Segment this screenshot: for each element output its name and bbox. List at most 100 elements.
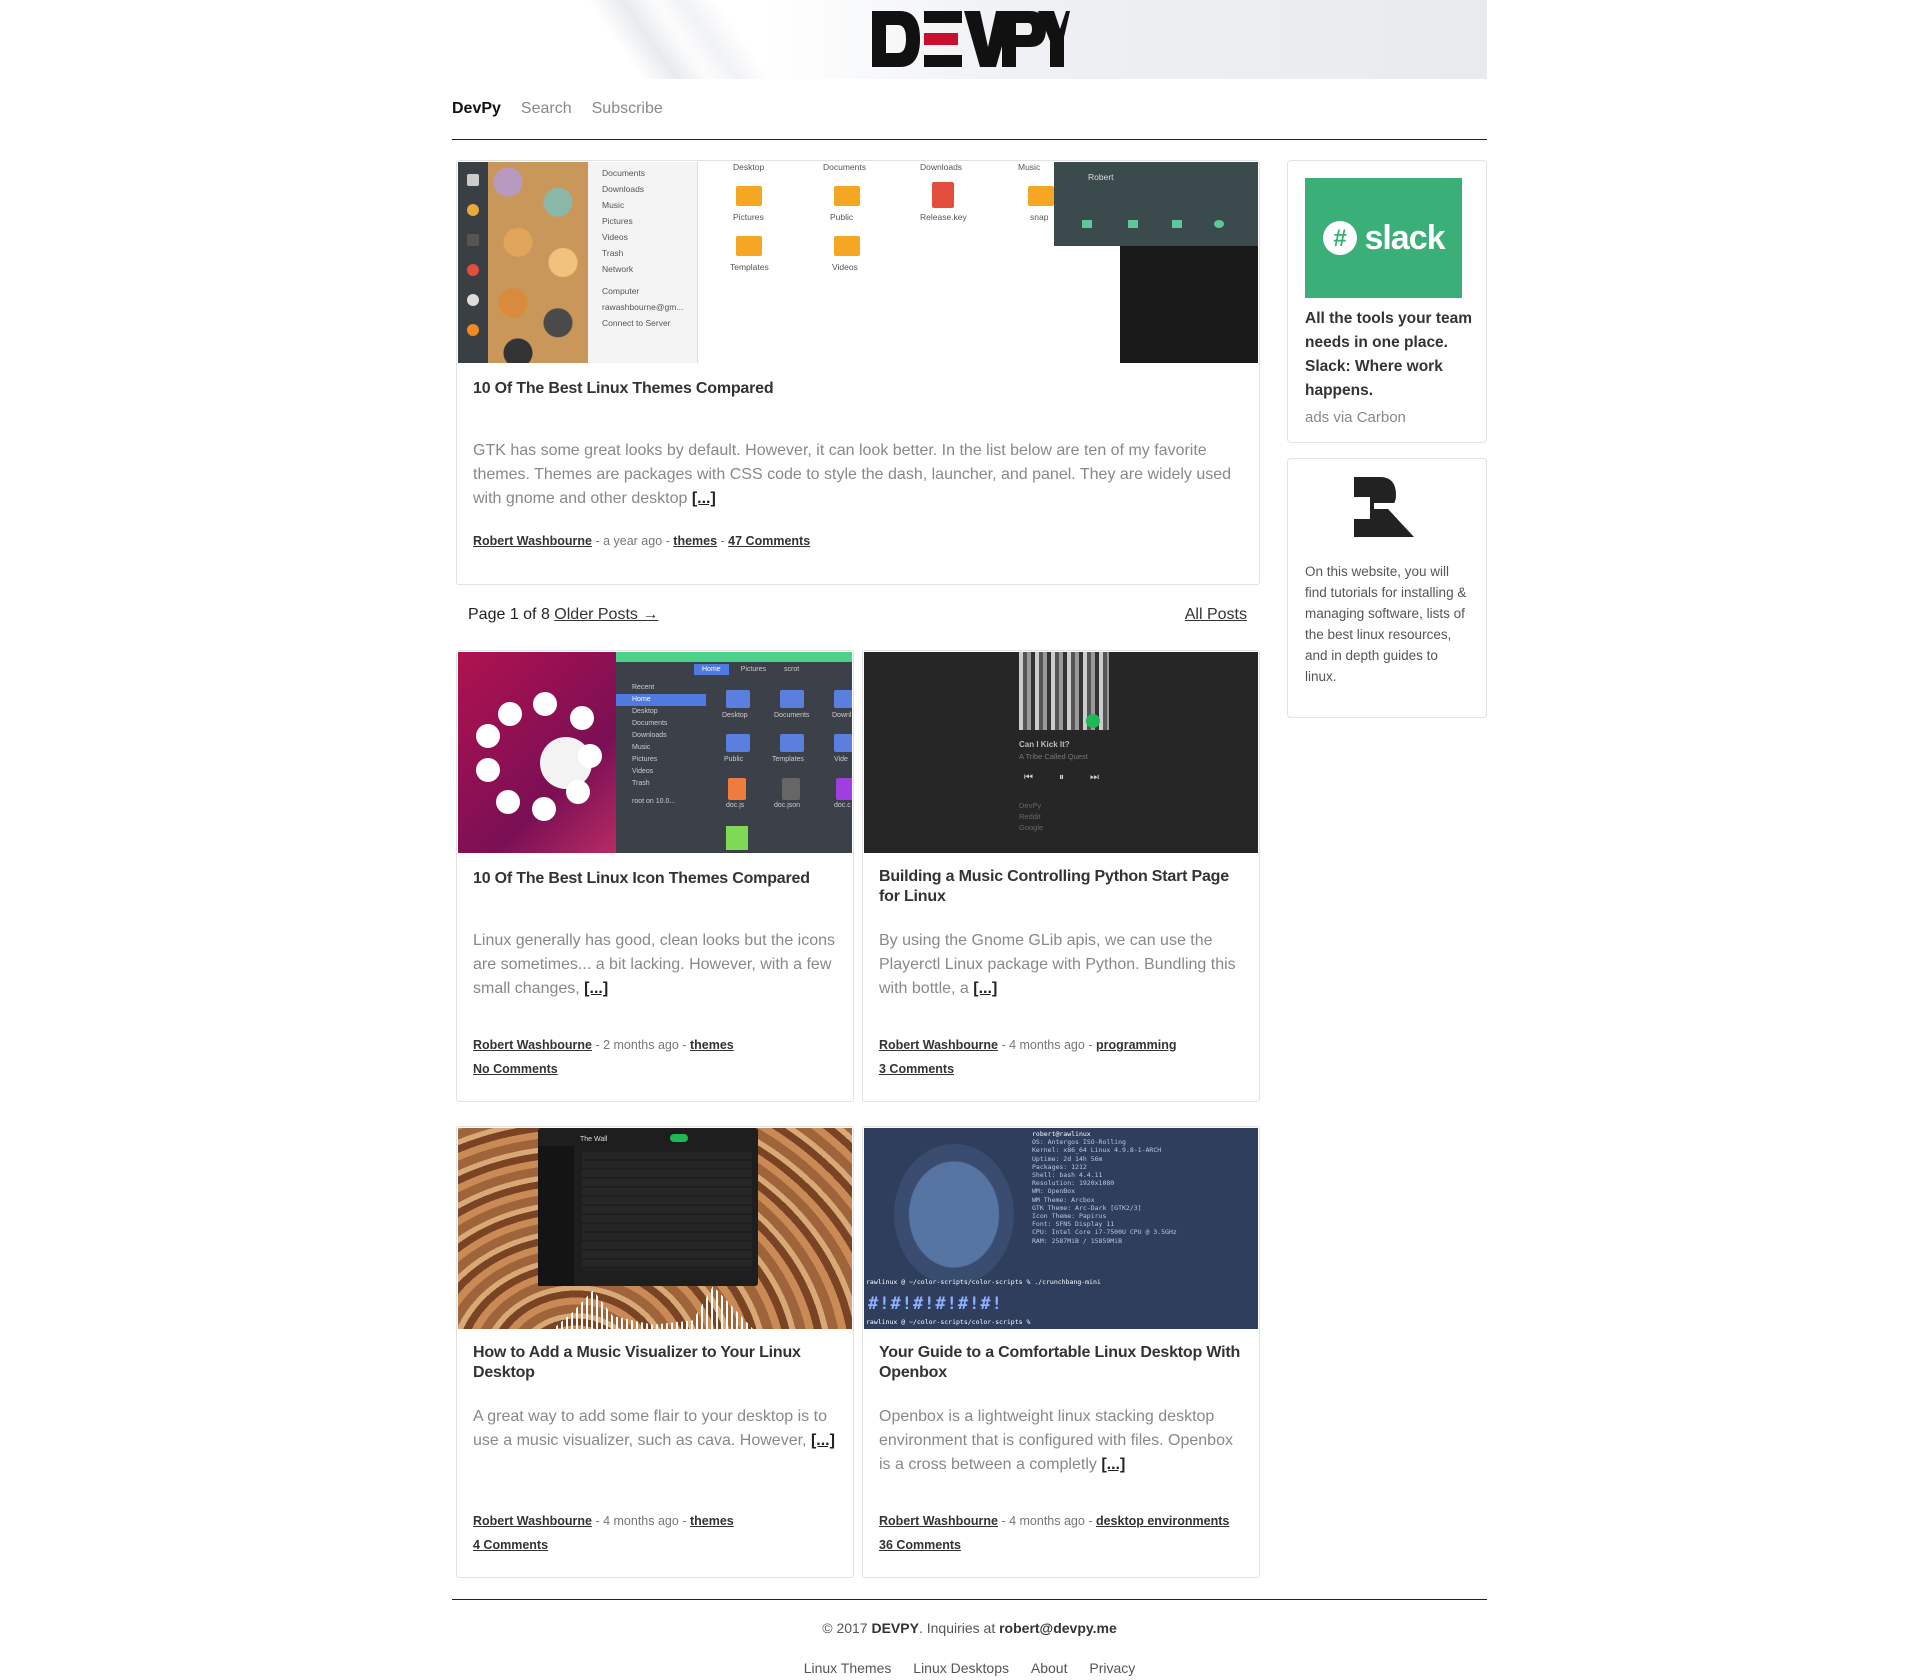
tag-link[interactable]: themes [673,534,717,548]
wallpaper [488,162,588,363]
folder-icon [736,236,762,256]
post-card: Can I Kick It? A Tribe Called Quest ⏮⏸⏭ … [862,650,1260,1102]
ads-via-carbon[interactable]: ads via Carbon [1305,409,1406,426]
folder-icon [834,734,852,752]
post-card: The Wall How to Add a Music Visualizer t… [456,1126,854,1578]
about-text: On this website, you will find tutorials… [1305,564,1467,684]
folder-icon [834,690,852,708]
devpy-logo-icon [872,11,1070,67]
file-icon [728,778,746,800]
tag-link[interactable]: themes [690,1514,734,1528]
page: DevPy Search Subscribe Documents Downloa… [452,0,1487,1676]
comments-link[interactable]: 3 Comments [879,1062,954,1076]
comments-link[interactable]: 36 Comments [879,1538,961,1552]
post-excerpt: Openbox is a lightweight linux stacking … [879,1408,1233,1473]
ascii-logo [884,1132,1024,1282]
all-posts-link[interactable]: All Posts [1185,606,1247,624]
author-link[interactable]: Robert Washbourne [473,1514,592,1528]
post-thumbnail[interactable]: robert@rawlinux OS: Antergos ISO-Rolling… [864,1128,1258,1329]
file-icon [836,778,852,800]
spotify-icon [1086,714,1100,728]
post-excerpt: By using the Gnome GLib apis, we can use… [879,932,1236,997]
post-thumbnail[interactable]: The Wall [458,1128,852,1329]
user-menu-overlay: Robert [1054,162,1258,246]
author-link[interactable]: Robert Washbourne [473,534,592,548]
folder-icon [834,186,860,206]
read-more-link[interactable]: [...] [973,980,997,997]
visualizer-bars [553,1286,753,1329]
dock-panel [458,162,488,363]
file-manager-window: Home Pictures scrot Recent Home Desktop … [616,662,852,853]
post-excerpt: A great way to add some flair to your de… [473,1408,835,1449]
footer-link-linux-desktops[interactable]: Linux Desktops [913,1660,1009,1676]
folder-icon [726,734,750,752]
terminal-sysinfo: robert@rawlinux OS: Antergos ISO-Rolling… [1032,1130,1177,1245]
file-icon [782,778,800,800]
footer-link-privacy[interactable]: Privacy [1089,1660,1135,1676]
post-meta: Robert Washbourne - 4 months ago - deskt… [879,1514,1230,1552]
music-player-window: The Wall [538,1128,758,1286]
post-excerpt: GTK has some great looks by default. How… [473,442,1232,507]
tag-link[interactable]: programming [1096,1038,1177,1052]
post-excerpt: Linux generally has good, clean looks bu… [473,932,836,997]
footer-copyright: © 2017 DEVPY. Inquiries at robert@devpy.… [822,1620,1117,1636]
featured-post-thumbnail[interactable]: Documents Downloads Music Pictures Video… [458,162,1258,363]
post-thumbnail[interactable]: Can I Kick It? A Tribe Called Quest ⏮⏸⏭ … [864,652,1258,853]
start-page-links: DevPy Reddit Google [1019,801,1044,832]
post-title[interactable]: Your Guide to a Comfortable Linux Deskto… [879,1343,1243,1383]
player-controls: ⏮⏸⏭ [1024,772,1125,783]
file-manager-sidebar: Documents Downloads Music Pictures Video… [588,162,698,363]
tag-link[interactable]: desktop environments [1096,1514,1229,1528]
folder-icon [780,690,804,708]
post-thumbnail[interactable]: Home Pictures scrot Recent Home Desktop … [458,652,852,853]
post-title[interactable]: How to Add a Music Visualizer to Your Li… [473,1343,837,1383]
folder-icon [834,236,860,256]
older-posts-link[interactable]: Older Posts → [554,606,658,623]
footer-link-linux-themes[interactable]: Linux Themes [804,1660,892,1676]
read-more-link[interactable]: [...] [692,490,716,507]
comments-link[interactable]: 47 Comments [728,534,810,548]
comments-link[interactable]: No Comments [473,1062,558,1076]
post-title[interactable]: 10 Of The Best Linux Icon Themes Compare… [473,869,837,889]
post-card: Home Pictures scrot Recent Home Desktop … [456,650,854,1102]
author-link[interactable]: Robert Washbourne [473,1038,592,1052]
footer-link-about[interactable]: About [1031,1660,1068,1676]
read-more-link[interactable]: [...] [1101,1456,1125,1473]
nav-search[interactable]: Search [521,100,572,118]
read-more-link[interactable]: [...] [811,1432,835,1449]
color-script-output: #!#!#!#!#!#! [868,1294,1003,1314]
post-meta: Robert Washbourne - 4 months ago - theme… [473,1514,734,1552]
nav-divider [452,139,1487,140]
author-link[interactable]: Robert Washbourne [879,1038,998,1052]
read-more-link[interactable]: [...] [584,980,608,997]
about-widget: On this website, you will find tutorials… [1287,458,1487,718]
post-card: robert@rawlinux OS: Antergos ISO-Rolling… [862,1126,1260,1578]
footer-divider [452,1599,1487,1600]
folder-icon [736,186,762,206]
nav-devpy[interactable]: DevPy [452,100,501,118]
post-title[interactable]: Building a Music Controlling Python Star… [879,867,1243,907]
comments-link[interactable]: 4 Comments [473,1538,548,1552]
nav-subscribe[interactable]: Subscribe [592,100,663,118]
file-icon [726,826,748,850]
slack-hash-icon: # [1323,221,1358,255]
pagination: Page 1 of 8 Older Posts → All Posts [468,606,1247,624]
folder-icon [1028,186,1054,206]
site-header [452,0,1487,79]
carbon-ad[interactable]: # slack All the tools your team needs in… [1287,160,1487,443]
post-title[interactable]: 10 Of The Best Linux Themes Compared [473,379,1243,399]
dark-panel [1120,246,1258,363]
featured-post-card: Documents Downloads Music Pictures Video… [456,160,1260,585]
file-icon [932,182,954,208]
folder-icon [726,690,750,708]
post-meta: Robert Washbourne - a year ago - themes … [473,534,811,548]
site-logo[interactable] [870,7,1070,71]
author-link[interactable]: Robert Washbourne [879,1514,998,1528]
contact-email-link[interactable]: robert@devpy.me [999,1620,1117,1636]
slack-ad-image[interactable]: # slack [1305,178,1462,298]
ad-text[interactable]: All the tools your team needs in one pla… [1305,307,1474,403]
tag-link[interactable]: themes [690,1038,734,1052]
post-meta: Robert Washbourne - 2 months ago - theme… [473,1038,734,1076]
devpy-mark-icon [1354,477,1414,537]
footer-links: Linux Themes Linux Desktops About Privac… [452,1660,1487,1676]
